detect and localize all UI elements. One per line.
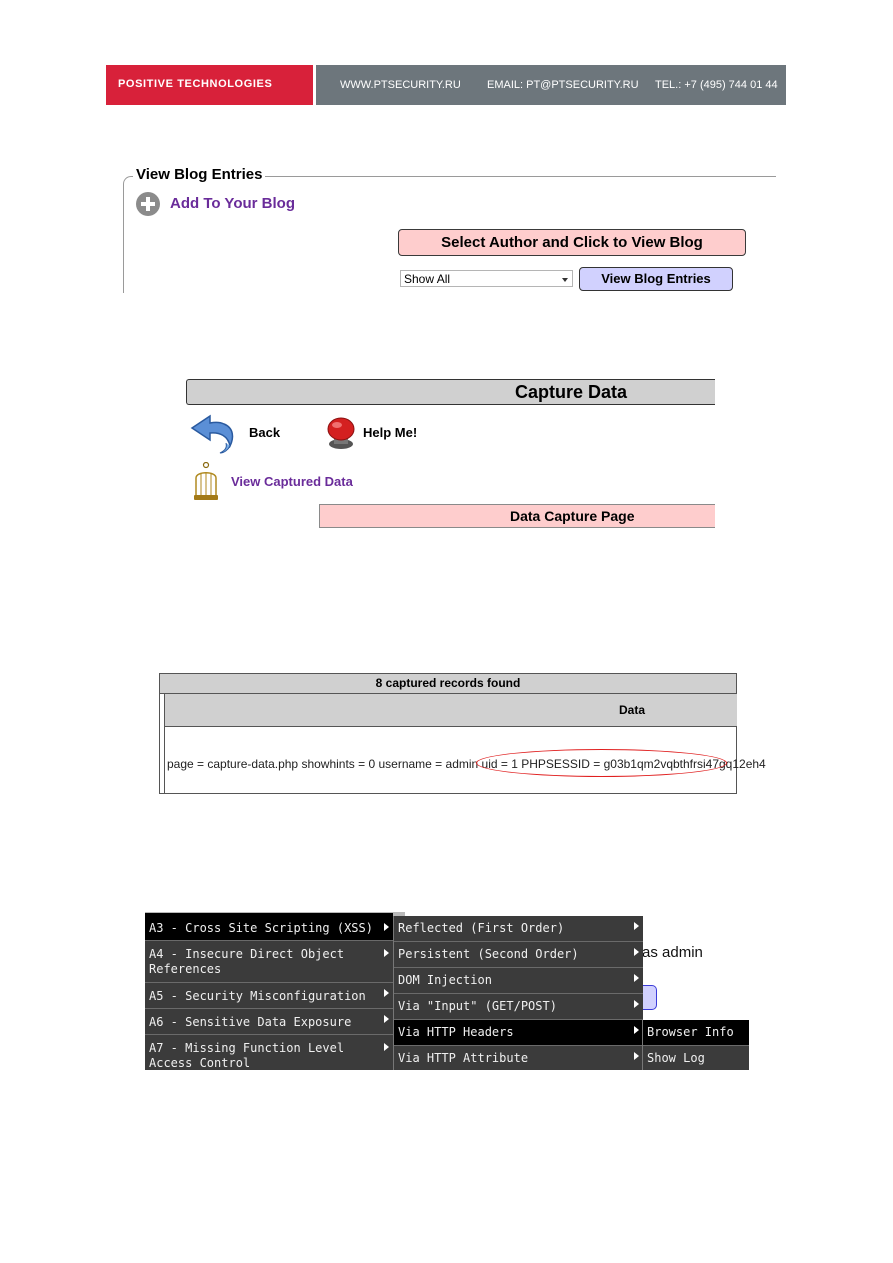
- chevron-right-icon: [384, 949, 389, 957]
- chevron-right-icon: [634, 948, 639, 956]
- submenu-item-dom-injection[interactable]: DOM Injection: [394, 968, 643, 994]
- background-button: [643, 985, 657, 1010]
- session-id-highlight: [476, 749, 727, 777]
- help-button-icon[interactable]: [325, 416, 357, 450]
- select-author-banner: Select Author and Click to View Blog: [398, 229, 746, 256]
- menu-item-label: A5 - Security Misconfiguration: [149, 989, 366, 1003]
- menu-item-label: Via HTTP Headers: [398, 1025, 514, 1039]
- phone-text: TEL.: +7 (495) 744 01 44: [655, 79, 778, 91]
- chevron-right-icon: [634, 1000, 639, 1008]
- menu-item-label: Reflected (First Order): [398, 921, 565, 935]
- menu-item-a4[interactable]: A4 - Insecure Direct Object References: [145, 941, 393, 983]
- submenu-item-browser-info[interactable]: Browser Info: [643, 1020, 749, 1046]
- submenu-item-persistent[interactable]: Persistent (Second Order): [394, 942, 643, 968]
- chevron-right-icon: [634, 974, 639, 982]
- chevron-right-icon: [634, 1052, 639, 1060]
- chevron-right-icon: [384, 1015, 389, 1023]
- data-capture-banner-label: Data Capture Page: [510, 508, 635, 524]
- column-header-data: Data: [619, 703, 646, 717]
- add-to-blog-link[interactable]: Add To Your Blog: [170, 195, 295, 212]
- menu-item-label: A3 - Cross Site Scripting (XSS): [149, 921, 373, 935]
- column-divider: [164, 726, 165, 794]
- submenu-item-reflected[interactable]: Reflected (First Order): [394, 916, 643, 942]
- owasp-menu: A3 - Cross Site Scripting (XSS) A4 - Ins…: [145, 913, 393, 1070]
- submenu-item-via-input[interactable]: Via "Input" (GET/POST): [394, 994, 643, 1020]
- website-text: WWW.PTSECURITY.RU: [340, 79, 461, 91]
- author-select[interactable]: Show All: [400, 270, 573, 287]
- help-link[interactable]: Help Me!: [363, 425, 417, 440]
- fieldset-legend: View Blog Entries: [133, 166, 266, 183]
- view-captured-data-link[interactable]: View Captured Data: [231, 474, 353, 489]
- submenu-item-via-http-headers[interactable]: Via HTTP Headers: [394, 1020, 643, 1046]
- back-link[interactable]: Back: [249, 425, 280, 440]
- menu-item-label: DOM Injection: [398, 973, 492, 987]
- menu-item-label: A7 - Missing Function Level Access Contr…: [149, 1041, 345, 1070]
- menu-item-a7[interactable]: A7 - Missing Function Level Access Contr…: [145, 1035, 393, 1070]
- chevron-right-icon: [384, 923, 389, 931]
- menu-item-label: Persistent (Second Order): [398, 947, 579, 961]
- submenu-item-show-log[interactable]: Show Log: [643, 1046, 749, 1070]
- background-text: as admin: [642, 944, 703, 961]
- menu-item-label: Via "Input" (GET/POST): [398, 999, 557, 1013]
- author-select-value: Show All: [404, 272, 451, 286]
- email-text: EMAIL: PT@PTSECURITY.RU: [487, 79, 639, 91]
- chevron-right-icon: [634, 922, 639, 930]
- menu-item-label: Via HTTP Attribute: [398, 1051, 529, 1065]
- submenu-item-via-http-attribute[interactable]: Via HTTP Attribute: [394, 1046, 643, 1070]
- menu-item-a6[interactable]: A6 - Sensitive Data Exposure: [145, 1009, 393, 1035]
- page-title-bar: Capture Data: [186, 379, 715, 405]
- records-count: 8 captured records found: [160, 674, 736, 694]
- chevron-right-icon: [634, 1026, 639, 1034]
- menu-item-a3[interactable]: A3 - Cross Site Scripting (XSS): [145, 913, 393, 941]
- brand-name: POSITIVE TECHNOLOGIES: [118, 78, 273, 90]
- chevron-right-icon: [384, 1043, 389, 1051]
- http-headers-submenu: Browser Info Show Log: [642, 1020, 749, 1070]
- birdcage-icon[interactable]: [192, 462, 220, 502]
- view-blog-entries-button[interactable]: View Blog Entries: [579, 267, 733, 291]
- page-title: Capture Data: [515, 382, 628, 402]
- menu-item-label: A6 - Sensitive Data Exposure: [149, 1015, 352, 1029]
- menu-item-a5[interactable]: A5 - Security Misconfiguration: [145, 983, 393, 1009]
- chevron-right-icon: [384, 989, 389, 997]
- data-capture-banner: Data Capture Page: [319, 504, 715, 528]
- table-header: Data: [164, 694, 737, 727]
- menu-item-label: Show Log: [647, 1051, 705, 1065]
- menu-item-label: Browser Info: [647, 1025, 734, 1039]
- menu-item-label: A4 - Insecure Direct Object References: [149, 947, 345, 976]
- back-arrow-icon[interactable]: [190, 412, 240, 456]
- chevron-down-icon: [562, 278, 568, 282]
- plus-circle-icon[interactable]: [136, 192, 160, 216]
- xss-submenu: Reflected (First Order) Persistent (Seco…: [393, 916, 643, 1070]
